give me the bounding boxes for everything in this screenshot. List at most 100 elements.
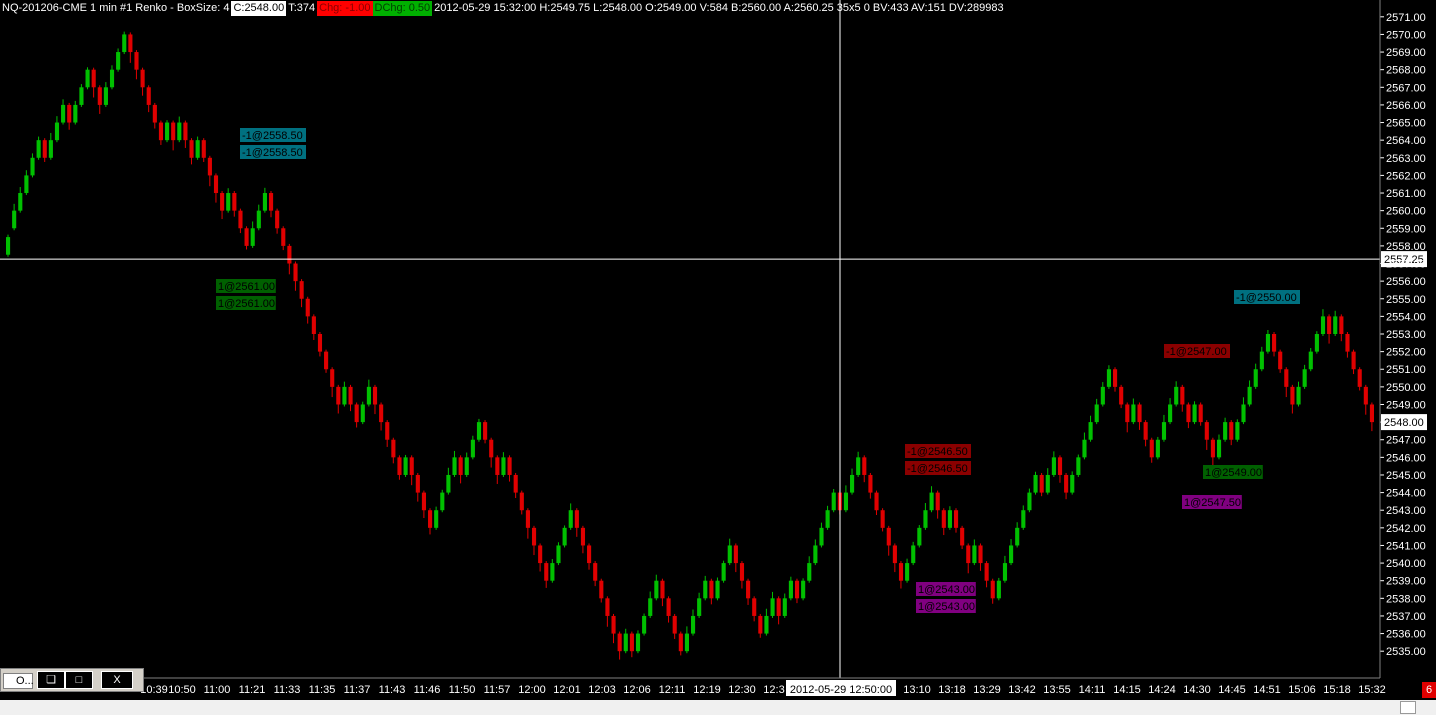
minimized-window[interactable]: O... ❏ □ X: [0, 668, 144, 692]
candle-body: [1357, 369, 1362, 387]
candle-body: [599, 580, 604, 599]
crosshair-time-label: 2012-05-29 12:50:00: [790, 684, 892, 696]
candle-body: [1351, 351, 1356, 370]
chart[interactable]: 2557.252012-05-29 12:50:00 -1@2558.50-1@…: [0, 0, 1436, 715]
horizontal-scrollbar[interactable]: [0, 700, 1436, 715]
candle-body: [140, 69, 145, 88]
candle-body: [1180, 386, 1185, 405]
close-icon[interactable]: X: [101, 671, 133, 689]
order-label: -1@2546.50: [907, 463, 968, 475]
order-label: -1@2550.00: [1236, 292, 1297, 304]
price-axis[interactable]: 2535.00 2536.00 2537.00 2538.00 2539.00 2540.…: [1380, 12, 1427, 658]
candle-body: [929, 492, 934, 511]
candle-body: [1198, 404, 1203, 423]
candle-body: [244, 228, 249, 246]
candle-body: [1369, 404, 1374, 423]
candle-body: [923, 510, 928, 528]
price-tick-label: 2536.00: [1386, 629, 1426, 641]
close-value: C:2548.00: [231, 0, 287, 16]
last-price-label: 2548.00: [1384, 417, 1424, 429]
candle-body: [116, 52, 121, 70]
price-tick-label: 2541.00: [1386, 540, 1426, 552]
candle-body: [379, 404, 384, 423]
candle-body: [146, 87, 151, 105]
candle-body: [905, 563, 910, 581]
candle-body: [703, 580, 708, 599]
candle-body: [1308, 351, 1313, 370]
price-tick-label: 2544.00: [1386, 488, 1426, 500]
price-tick-label: 2537.00: [1386, 611, 1426, 623]
candle-body: [544, 563, 549, 581]
candle-body: [850, 474, 855, 493]
candle-body: [788, 580, 793, 599]
candle-body: [1051, 457, 1056, 475]
candle-body: [1033, 474, 1038, 493]
candle-body: [18, 193, 23, 211]
candle-body: [42, 140, 47, 158]
candle-body: [1002, 563, 1008, 581]
candle-body: [1333, 316, 1338, 334]
candle-body: [464, 457, 469, 475]
candle-body: [1223, 422, 1228, 440]
candle-body: [67, 104, 72, 123]
candle-body: [1045, 474, 1050, 493]
candle-body: [317, 334, 323, 352]
candle-body: [348, 386, 353, 405]
candle-body: [232, 193, 237, 211]
change-value: Chg: -1.00: [317, 0, 373, 16]
candle-body: [403, 457, 408, 475]
candle-body: [256, 210, 261, 229]
candle-body: [220, 193, 225, 211]
time-tick-label: 11:43: [379, 684, 406, 696]
time-tick-label: 11:46: [414, 684, 441, 696]
time-tick-label: 12:00: [518, 684, 546, 696]
candle-body: [556, 545, 561, 564]
candle-body: [1039, 474, 1044, 493]
candle-body: [935, 492, 940, 511]
restore-icon[interactable]: ❏: [37, 671, 65, 689]
candle-body: [1314, 334, 1319, 352]
candle-body: [324, 351, 329, 370]
candle-body: [1284, 369, 1289, 387]
time-tick-label: 13:18: [938, 684, 966, 696]
candle-body: [531, 527, 537, 546]
order-label: -1@2558.50: [242, 130, 303, 142]
candle-body: [483, 422, 488, 440]
candle-body: [293, 263, 298, 282]
minimized-window-title[interactable]: O...: [3, 673, 34, 689]
candle-body: [709, 580, 714, 599]
candle-body: [1339, 316, 1344, 334]
candle-body: [1113, 369, 1118, 387]
price-tick-label: 2560.00: [1386, 206, 1426, 218]
price-tick-label: 2540.00: [1386, 558, 1426, 570]
candle-body: [752, 598, 757, 616]
maximize-icon[interactable]: □: [65, 671, 93, 689]
price-tick-label: 2561.00: [1386, 188, 1426, 200]
time-tick-label: 14:24: [1148, 684, 1176, 696]
time-tick-label: 10:39: [140, 684, 168, 696]
time-axis[interactable]: 10:39 10:50 11:00 11:21 11:33 11:35 11:37 11:43…: [140, 684, 1386, 696]
candle-body: [892, 545, 897, 564]
price-tick-label: 2535.00: [1386, 646, 1426, 658]
order-label: 1@2561.00: [218, 281, 275, 293]
candle-body: [697, 598, 702, 616]
candle-body: [825, 510, 830, 528]
candle-body: [568, 510, 573, 528]
order-label: 1@2561.00: [218, 298, 275, 310]
candle-body: [507, 457, 512, 475]
candle-body: [1076, 457, 1081, 475]
candle-body: [1327, 316, 1332, 334]
candle-body: [122, 34, 127, 53]
candle-body: [201, 140, 206, 158]
scrollbar-thumb[interactable]: [1400, 701, 1416, 714]
candle-body: [1186, 404, 1191, 423]
candle-body: [354, 404, 359, 423]
candle-body: [642, 615, 647, 634]
candle-body: [1161, 422, 1167, 440]
candle-body: [1320, 316, 1326, 334]
candle-body: [587, 545, 592, 564]
candle-body: [385, 422, 390, 440]
candle-body: [1241, 404, 1246, 423]
time-tick-label: 10:50: [168, 684, 196, 696]
time-tick-label: 13:42: [1008, 684, 1036, 696]
